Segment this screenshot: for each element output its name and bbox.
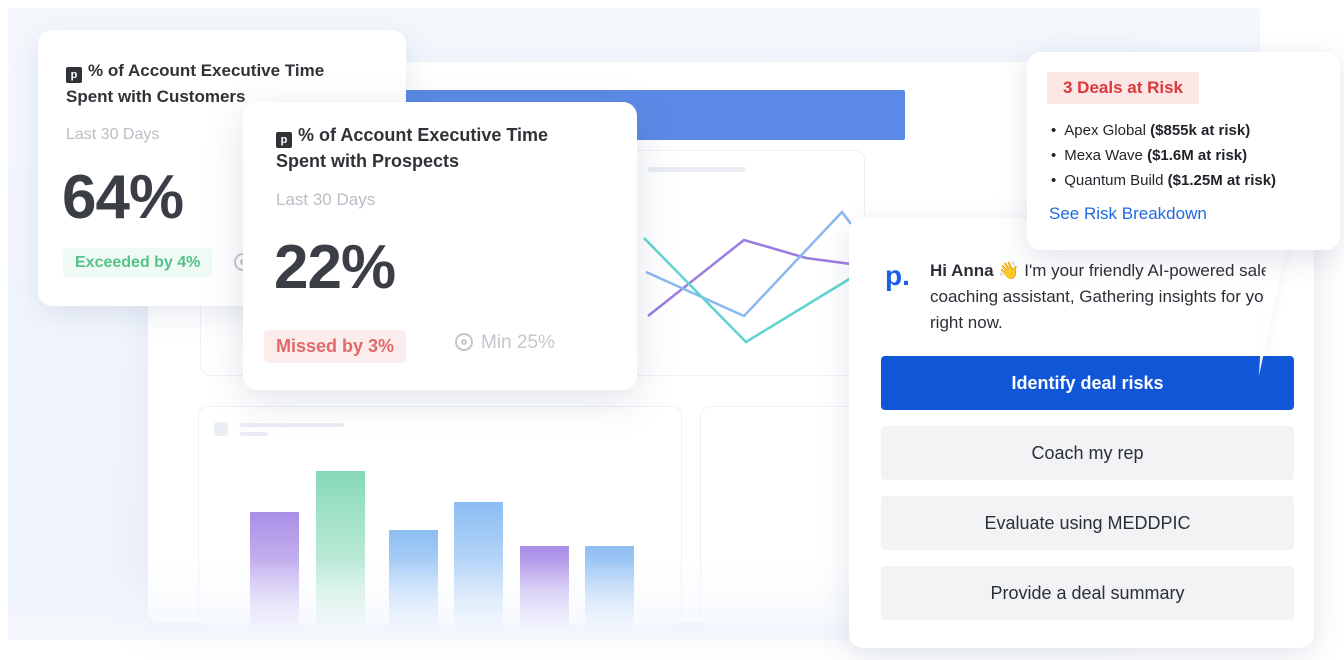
status-badge: Missed by 3% xyxy=(264,330,407,363)
ai-assistant-panel: p. Hi Anna 👋 I'm your friendly AI-powere… xyxy=(849,218,1314,648)
risk-deal-item: Apex Global ($855k at risk) xyxy=(1051,118,1276,143)
bottom-fade xyxy=(8,560,868,640)
card-title: % of Account Executive Time Spent with C… xyxy=(66,61,325,106)
wave-icon: 👋 xyxy=(998,261,1020,280)
skeleton-line xyxy=(240,432,268,436)
skeleton-line xyxy=(648,167,746,172)
evaluate-meddpic-button[interactable]: Evaluate using MEDDPIC xyxy=(881,496,1294,550)
risk-deal-list: Apex Global ($855k at risk) Mexa Wave ($… xyxy=(1051,118,1276,193)
deals-at-risk-popup: 3 Deals at Risk Apex Global ($855k at ri… xyxy=(1027,52,1340,250)
metric-value: 22% xyxy=(274,233,396,302)
metric-value: 64% xyxy=(62,163,184,232)
series-line-purple xyxy=(647,238,851,317)
metric-card-prospects: p% of Account Executive Time Spent with … xyxy=(243,102,637,390)
series-line-teal xyxy=(643,237,851,344)
risk-deal-item: Mexa Wave ($1.6M at risk) xyxy=(1051,143,1276,168)
see-risk-breakdown-link[interactable]: See Risk Breakdown xyxy=(1049,204,1207,224)
p-logo-icon: p xyxy=(276,132,292,148)
p-logo-icon: p xyxy=(66,67,82,83)
target-icon xyxy=(455,333,473,351)
target-indicator: Min 25% xyxy=(455,332,555,354)
status-badge: Exceeded by 4% xyxy=(63,248,213,278)
period-label: Last 30 Days xyxy=(276,190,376,209)
skeleton-icon xyxy=(214,422,228,436)
series-line-blue xyxy=(645,210,851,318)
card-title: % of Account Executive Time Spent with P… xyxy=(276,125,549,171)
assistant-logo: p. xyxy=(885,260,910,291)
greeting-name: Hi Anna xyxy=(930,261,994,280)
risk-deal-item: Quantum Build ($1.25M at risk) xyxy=(1051,168,1276,193)
skeleton-line xyxy=(240,423,344,427)
coach-my-rep-button[interactable]: Coach my rep xyxy=(881,426,1294,480)
identify-deal-risks-button[interactable]: Identify deal risks xyxy=(881,356,1294,410)
target-label: Min 25% xyxy=(481,332,555,353)
period-label: Last 30 Days xyxy=(66,126,160,143)
card-title-row: p% of Account Executive Time Spent with … xyxy=(276,122,586,174)
risk-heading: 3 Deals at Risk xyxy=(1047,72,1200,104)
line-chart xyxy=(643,210,851,344)
assistant-greeting: Hi Anna 👋 I'm your friendly AI-powered s… xyxy=(930,258,1280,336)
deal-summary-button[interactable]: Provide a deal summary xyxy=(881,566,1294,620)
